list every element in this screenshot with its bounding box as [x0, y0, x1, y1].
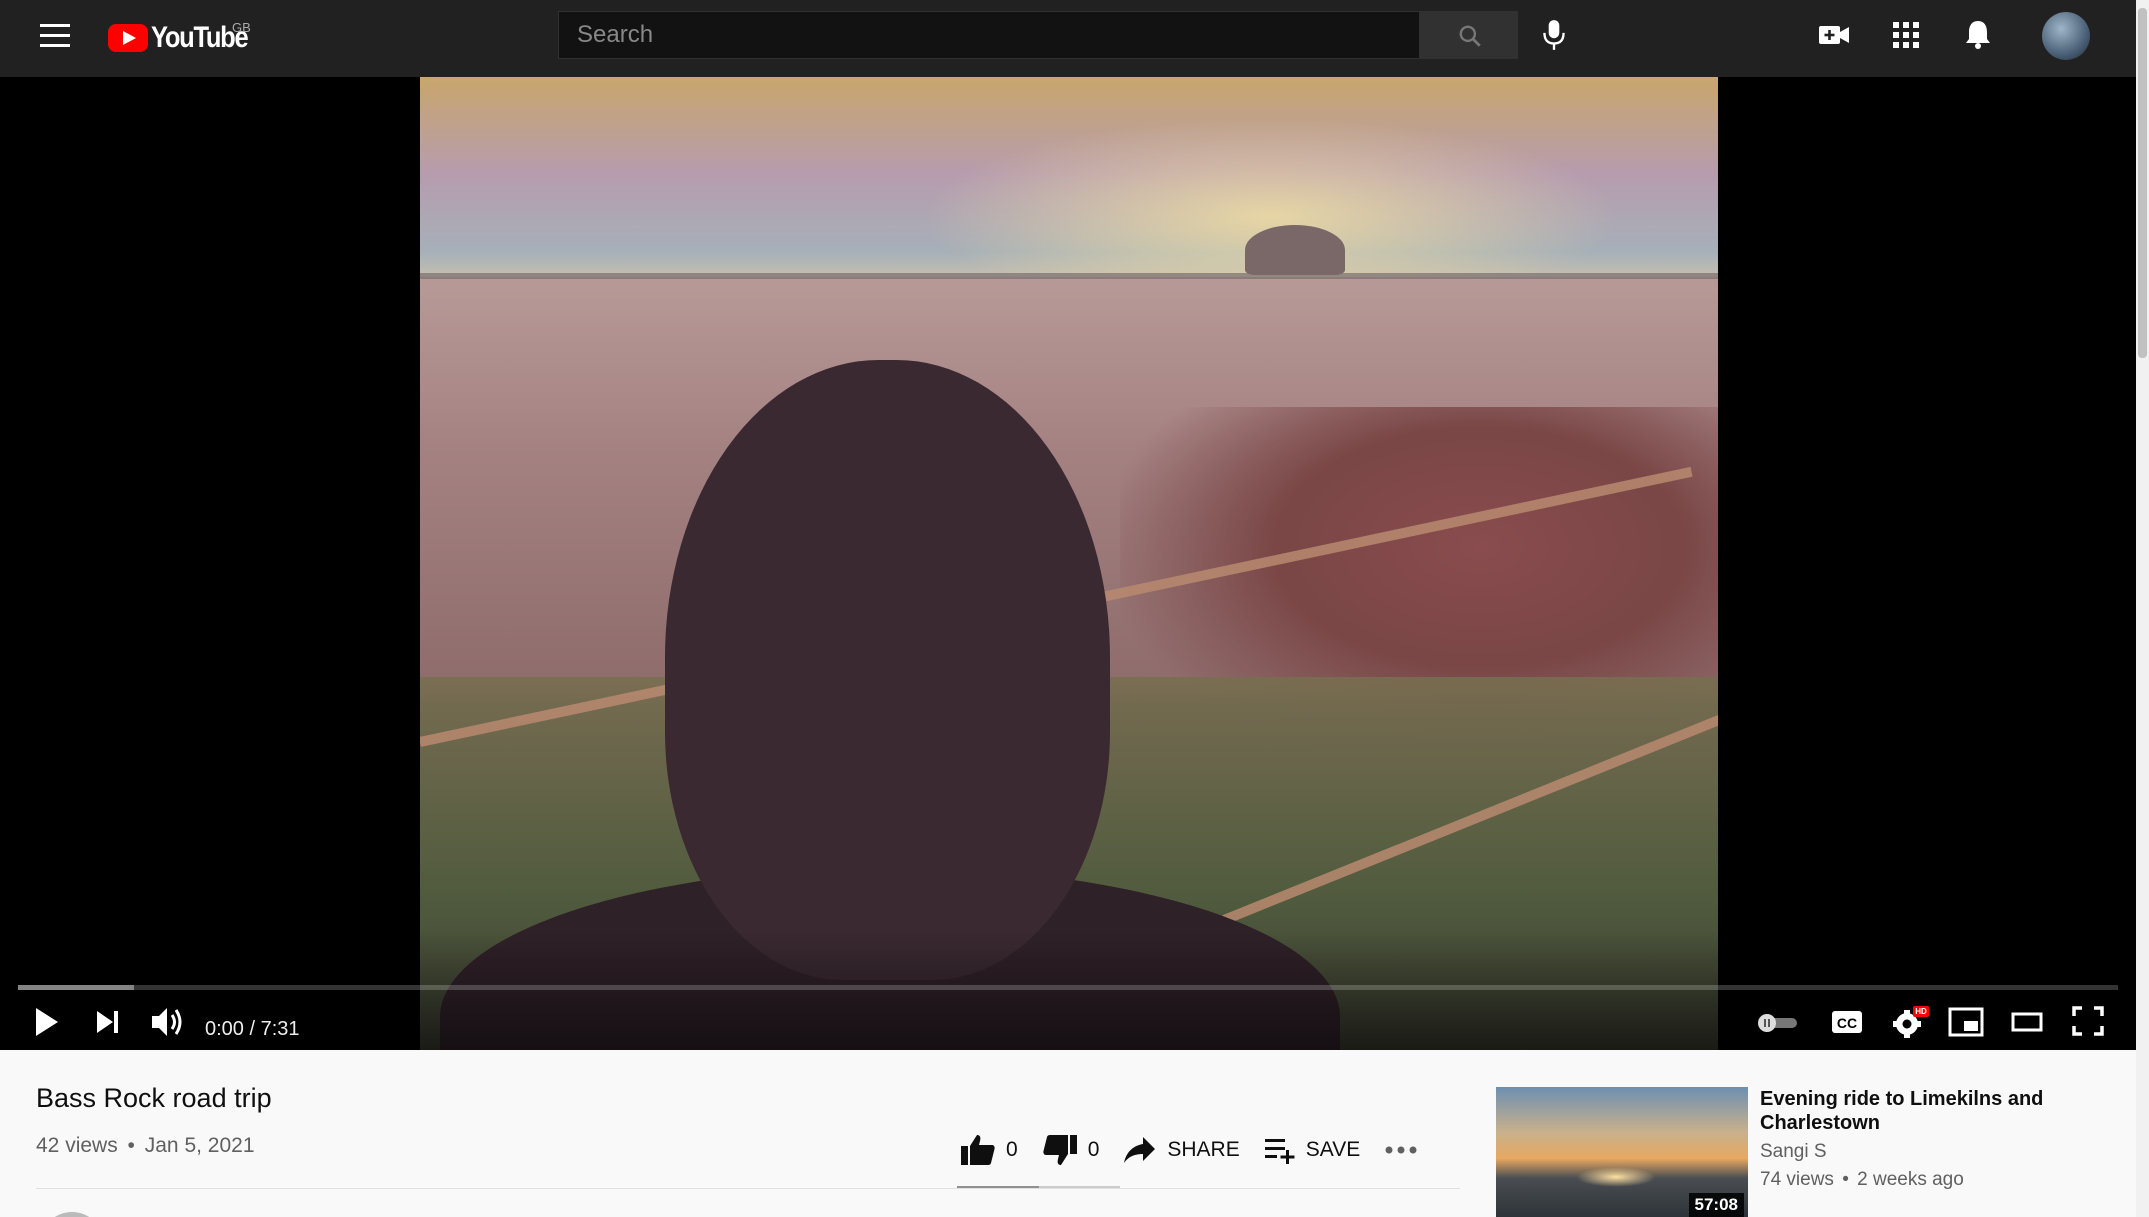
menu-icon[interactable] [40, 24, 70, 48]
next-icon[interactable] [95, 1009, 121, 1035]
recommended-channel[interactable]: Sangi S [1760, 1141, 1827, 1163]
volume-icon[interactable] [150, 1005, 186, 1039]
horizon [420, 273, 1718, 279]
miniplayer-icon[interactable] [1948, 1007, 1984, 1037]
video-player[interactable]: 0:00 / 7:31 CC HD [0, 77, 2136, 1050]
svg-text:CC: CC [1837, 1015, 1857, 1031]
scrollbar[interactable] [2136, 0, 2149, 1217]
bass-rock [1245, 225, 1345, 275]
recommended-video[interactable]: 57:08 Evening ride to Limekilns and Char… [1496, 1087, 2136, 1217]
theater-mode-icon[interactable] [2011, 1011, 2043, 1033]
thumbs-up-icon [961, 1135, 995, 1165]
divider [36, 1188, 1460, 1189]
search-input[interactable]: Search [558, 11, 1420, 59]
dislike-count: 0 [1087, 1138, 1100, 1161]
share-icon [1124, 1137, 1156, 1163]
video-meta: 42 views • Jan 5, 2021 [36, 1134, 255, 1158]
fullscreen-icon[interactable] [2072, 1006, 2104, 1036]
recommended-title[interactable]: Evening ride to Limekilns and Charlestow… [1760, 1087, 2120, 1135]
controls-gradient [0, 930, 2136, 1050]
thumbs-down-icon [1043, 1135, 1077, 1165]
more-actions-icon[interactable] [1384, 1145, 1418, 1155]
share-label: SHARE [1167, 1138, 1240, 1161]
meta-separator: • [127, 1134, 135, 1157]
recommended-age: 2 weeks ago [1857, 1169, 1964, 1190]
logo-region: GB [232, 20, 251, 35]
play-icon[interactable] [34, 1006, 60, 1038]
recommended-meta: 74 views • 2 weeks ago [1760, 1169, 1964, 1191]
time-separator: / [243, 1018, 261, 1040]
view-count: 42 views [36, 1134, 118, 1157]
captions-icon[interactable]: CC [1831, 1009, 1863, 1035]
youtube-play-icon [108, 24, 148, 52]
avatar[interactable] [2042, 12, 2090, 60]
like-count: 0 [1006, 1138, 1018, 1161]
autoplay-toggle[interactable] [1757, 1012, 1799, 1034]
apps-icon[interactable] [1893, 22, 1919, 48]
progress-loaded [18, 985, 134, 990]
channel-avatar[interactable] [40, 1212, 104, 1217]
dislike-button[interactable]: 0 [1042, 1133, 1100, 1167]
share-button[interactable]: SHARE [1123, 1135, 1240, 1165]
save-button[interactable]: SAVE [1264, 1136, 1360, 1164]
recommended-thumbnail[interactable]: 57:08 [1496, 1087, 1748, 1217]
time-display: 0:00 / 7:31 [205, 1006, 300, 1050]
create-video-icon[interactable] [1818, 22, 1850, 48]
time-total: 7:31 [260, 1018, 300, 1040]
video-title: Bass Rock road trip [36, 1083, 272, 1113]
notifications-icon[interactable] [1964, 18, 1992, 50]
search-icon [1459, 25, 1481, 47]
time-current: 0:00 [205, 1018, 244, 1040]
thumbnail-sun [1576, 1167, 1656, 1187]
duration-badge: 57:08 [1688, 1193, 1744, 1217]
search-button[interactable] [1420, 11, 1518, 59]
masthead: YouTube GB Search [0, 0, 2136, 77]
meta-separator: • [1842, 1169, 1849, 1190]
video-actions: 0 0 SHARE SAVE [960, 1130, 1418, 1170]
playlist-add-icon [1264, 1139, 1295, 1164]
video-frame [420, 77, 1718, 1050]
hd-badge: HD [1915, 1007, 1927, 1016]
scrollbar-thumb[interactable] [2138, 8, 2147, 358]
save-label: SAVE [1305, 1138, 1361, 1161]
like-button[interactable]: 0 [960, 1133, 1018, 1167]
recommended-views: 74 views [1760, 1169, 1834, 1190]
youtube-logo[interactable]: YouTube GB [108, 20, 264, 54]
progress-bar[interactable] [18, 985, 2118, 990]
person-hood [665, 360, 1110, 980]
publish-date: Jan 5, 2021 [144, 1134, 255, 1157]
microphone-icon[interactable] [1541, 18, 1567, 52]
